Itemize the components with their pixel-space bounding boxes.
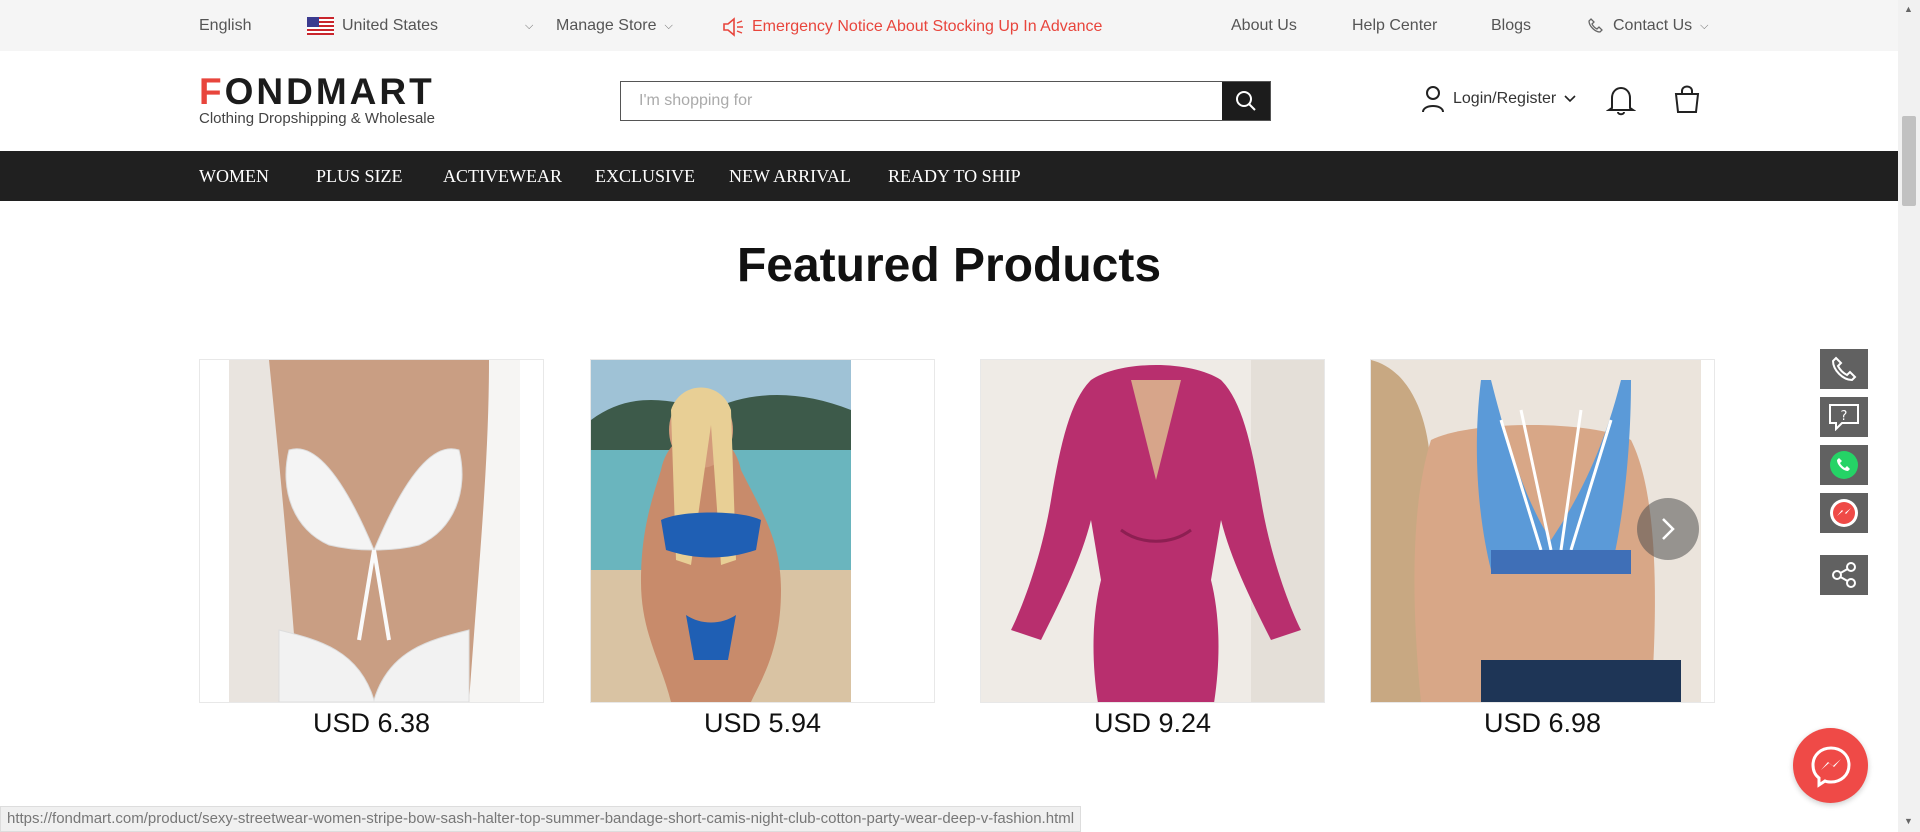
us-flag-icon (307, 17, 334, 35)
nav-ready-to-ship[interactable]: READY TO SHIP (888, 166, 1021, 187)
notice-label: Emergency Notice About Stocking Up In Ad… (752, 18, 1103, 35)
share-icon (1832, 562, 1856, 588)
scrollbar-thumb[interactable] (1902, 116, 1916, 206)
nav-exclusive[interactable]: EXCLUSIVE (595, 166, 695, 187)
product-image (591, 360, 851, 702)
product-card[interactable] (590, 359, 935, 703)
contact-us-menu[interactable]: Contact Us ⌵ (1587, 17, 1708, 35)
help-label: Help Center (1352, 17, 1438, 34)
contact-label: Contact Us (1613, 17, 1693, 34)
chevron-down-icon (1564, 95, 1576, 103)
page-scrollbar[interactable]: ▲ ▼ (1898, 0, 1920, 832)
speaker-icon (723, 17, 743, 37)
whatsapp-icon (1830, 451, 1858, 479)
blogs-link[interactable]: Blogs (1491, 17, 1531, 35)
product-price: USD 5.94 (703, 708, 822, 738)
notification-bell-icon[interactable] (1606, 84, 1636, 116)
phone-icon (1831, 356, 1857, 382)
side-phone-button[interactable] (1818, 347, 1870, 391)
nav-women[interactable]: WOMEN (199, 166, 269, 187)
manage-store-menu[interactable]: Manage Store ⌵ (556, 17, 673, 35)
language-selector[interactable]: English (199, 17, 251, 35)
chevron-down-icon: ⌵ (525, 19, 534, 32)
nav-activewear[interactable]: ACTIVEWEAR (443, 166, 562, 187)
browser-status-url: https://fondmart.com/product/sexy-street… (0, 806, 1082, 832)
site-header: FONDMART Clothing Dropshipping & Wholesa… (0, 51, 1898, 151)
product-price: USD 6.38 (312, 708, 431, 738)
top-utility-bar: English United States ⌵ Manage Store ⌵ E… (0, 0, 1898, 51)
product-image (229, 360, 520, 702)
chevron-right-icon (1662, 518, 1675, 540)
language-label: English (199, 17, 252, 34)
search-icon (1236, 91, 1256, 111)
user-icon (1422, 86, 1444, 113)
product-price: USD 9.24 (1093, 708, 1212, 738)
country-selector[interactable]: United States ⌵ (307, 17, 533, 35)
manage-store-label: Manage Store (556, 17, 657, 34)
scroll-up-arrow-icon[interactable]: ▲ (1904, 4, 1913, 14)
svg-text:?: ? (1841, 409, 1848, 424)
messenger-chat-button[interactable] (1793, 728, 1868, 803)
phone-icon (1588, 18, 1603, 33)
search-input[interactable] (621, 82, 1223, 120)
product-image (981, 360, 1324, 702)
carousel-next-button[interactable] (1637, 498, 1699, 560)
site-logo[interactable]: FONDMART (199, 71, 435, 113)
product-price: USD 6.98 (1483, 708, 1602, 738)
main-navigation: WOMEN PLUS SIZE ACTIVEWEAR EXCLUSIVE NEW… (0, 151, 1898, 201)
search-button[interactable] (1222, 82, 1270, 120)
emergency-notice-link[interactable]: Emergency Notice About Stocking Up In Ad… (722, 17, 1102, 37)
about-us-link[interactable]: About Us (1231, 17, 1297, 35)
login-label: Login/Register (1453, 90, 1557, 107)
nav-plus-size[interactable]: PLUS SIZE (316, 166, 403, 187)
about-label: About Us (1231, 17, 1297, 34)
messenger-icon (1830, 499, 1858, 527)
search-bar (620, 81, 1271, 121)
nav-new-arrival[interactable]: NEW ARRIVAL (729, 166, 851, 187)
messenger-icon (1810, 745, 1851, 788)
side-faq-button[interactable]: ? (1818, 395, 1870, 439)
help-center-link[interactable]: Help Center (1352, 17, 1437, 35)
product-card[interactable] (199, 359, 544, 703)
scroll-down-arrow-icon[interactable]: ▼ (1904, 816, 1913, 826)
country-label: United States (342, 17, 439, 34)
side-whatsapp-button[interactable] (1818, 443, 1870, 487)
site-tagline: Clothing Dropshipping & Wholesale (199, 110, 435, 127)
section-title: Featured Products (736, 239, 1162, 292)
side-share-button[interactable] (1818, 553, 1870, 597)
question-chat-icon: ? (1829, 404, 1859, 431)
side-messenger-button[interactable] (1818, 491, 1870, 535)
chevron-down-icon: ⌵ (1700, 19, 1709, 32)
login-register-menu[interactable]: Login/Register (1421, 85, 1576, 113)
logo-text: ONDMART (224, 71, 435, 112)
logo-accent: F (199, 71, 225, 112)
blogs-label: Blogs (1491, 17, 1532, 34)
shopping-bag-icon[interactable] (1673, 84, 1701, 114)
product-card[interactable] (980, 359, 1325, 703)
chevron-down-icon: ⌵ (664, 19, 673, 32)
